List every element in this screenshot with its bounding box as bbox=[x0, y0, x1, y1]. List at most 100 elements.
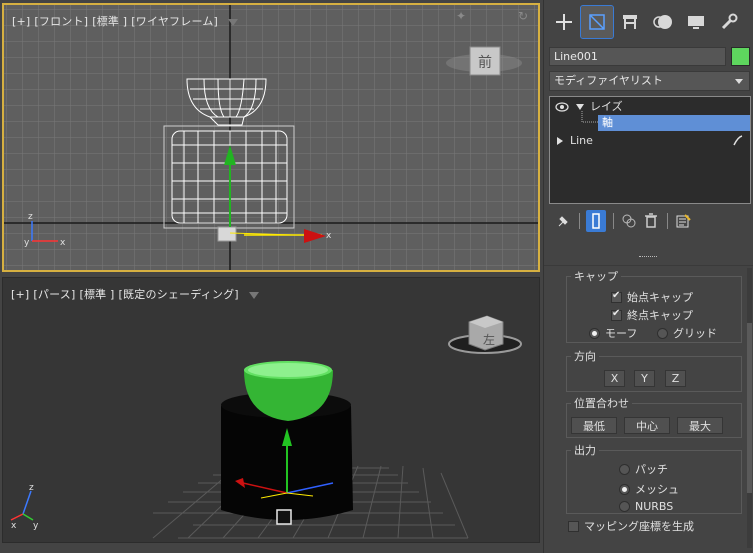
align-min-button[interactable]: 最低 bbox=[571, 417, 617, 434]
filter-icon[interactable] bbox=[248, 291, 259, 299]
remove-modifier-button[interactable] bbox=[641, 210, 661, 232]
configure-modifier-sets-button[interactable] bbox=[673, 210, 693, 232]
nurbs-label: NURBS bbox=[635, 500, 674, 513]
direction-x-button[interactable]: X bbox=[604, 370, 625, 387]
align-center-button[interactable]: 中心 bbox=[624, 417, 670, 434]
command-panel: Line001 モディファイヤリスト レイズ 軸 Line キャップ ✔ 始点キ… bbox=[543, 0, 753, 553]
modifier-stack-toolbar bbox=[549, 210, 749, 234]
perspective-scene: z x y 左 bbox=[10, 315, 522, 539]
chevron-down-icon bbox=[735, 79, 743, 84]
line-icon bbox=[733, 135, 743, 146]
patch-radio[interactable]: パッチ bbox=[619, 461, 668, 477]
cap-end-label: 終点キャップ bbox=[627, 309, 693, 322]
eye-icon bbox=[555, 102, 569, 112]
object-color-swatch[interactable] bbox=[731, 47, 750, 66]
hierarchy-icon bbox=[623, 15, 637, 29]
perspective-viewport[interactable]: z x y 左 [+] [パース] [標準 ] [既定のシェーディング] bbox=[2, 277, 540, 543]
front-label-view[interactable]: [フロント] bbox=[34, 15, 88, 28]
front-axis-x-label: x bbox=[60, 238, 66, 248]
display-tab[interactable] bbox=[680, 6, 712, 38]
modify-tab[interactable] bbox=[580, 5, 614, 39]
grid-label: グリッド bbox=[673, 327, 717, 340]
end-result-icon bbox=[592, 213, 600, 229]
grid-radio[interactable]: グリッド bbox=[657, 325, 717, 341]
make-unique-icon bbox=[622, 214, 636, 228]
utilities-tab[interactable] bbox=[713, 6, 745, 38]
filter-icon[interactable] bbox=[228, 18, 239, 26]
modifier-list-dropdown[interactable]: モディファイヤリスト bbox=[549, 71, 750, 91]
display-icon bbox=[688, 16, 704, 29]
command-panel-tabs bbox=[544, 5, 753, 44]
output-group-title: 出力 bbox=[571, 442, 599, 458]
direction-group-title: 方向 bbox=[571, 348, 599, 364]
front-axis-y-label: y bbox=[24, 238, 30, 248]
stack-item-axis[interactable]: 軸 bbox=[598, 115, 750, 131]
hierarchy-tab[interactable] bbox=[614, 6, 646, 38]
make-unique-button[interactable] bbox=[619, 210, 639, 232]
front-axis-z-label: z bbox=[28, 212, 33, 222]
front-grid: x z y x 前 ✦ ↻ bbox=[4, 5, 538, 270]
front-label-standard[interactable]: [標準 ] bbox=[92, 15, 127, 28]
pin-icon bbox=[558, 216, 568, 227]
expand-right-icon bbox=[557, 137, 563, 145]
generate-mapping-label: マッピング座標を生成 bbox=[584, 520, 694, 533]
svg-text:✦: ✦ bbox=[456, 9, 466, 23]
align-max-button[interactable]: 最大 bbox=[677, 417, 723, 434]
object-name-input[interactable]: Line001 bbox=[549, 47, 726, 66]
mesh-label: メッシュ bbox=[635, 483, 679, 496]
persp-label-standard[interactable]: [標準 ] bbox=[79, 288, 114, 301]
align-group-title: 位置合わせ bbox=[571, 395, 632, 411]
patch-label: パッチ bbox=[635, 463, 668, 476]
motion-tab[interactable] bbox=[647, 6, 679, 38]
front-label-plus[interactable]: [+] bbox=[12, 15, 30, 28]
stack-item-line[interactable]: Line bbox=[550, 133, 750, 149]
modifier-stack: レイズ 軸 Line bbox=[549, 96, 751, 204]
persp-label-plus[interactable]: [+] bbox=[11, 288, 29, 301]
wrench-icon bbox=[721, 13, 738, 30]
panel-resize-grip[interactable] bbox=[639, 256, 657, 260]
scrollbar-thumb[interactable] bbox=[747, 323, 752, 493]
svg-text:↻: ↻ bbox=[518, 9, 528, 23]
cap-start-checkbox[interactable]: 始点キャップ bbox=[611, 289, 693, 305]
persp-viewport-label[interactable]: [+] [パース] [標準 ] [既定のシェーディング] bbox=[11, 286, 263, 302]
nurbs-radio[interactable]: NURBS bbox=[619, 500, 673, 513]
persp-viewcube-label: 左 bbox=[483, 332, 495, 347]
morph-radio[interactable]: モーフ bbox=[589, 325, 637, 341]
mesh-radio[interactable]: メッシュ bbox=[619, 481, 679, 497]
capping-group-title: キャップ bbox=[571, 268, 621, 284]
create-tab[interactable] bbox=[548, 6, 580, 38]
show-end-result-button[interactable] bbox=[586, 210, 606, 232]
configure-icon bbox=[676, 214, 691, 228]
front-gizmo-x-label: x bbox=[326, 231, 332, 241]
persp-label-shading[interactable]: [既定のシェーディング] bbox=[119, 288, 239, 301]
persp-axis-y-label: y bbox=[33, 521, 39, 531]
output-group: 出力 パッチ メッシュ NURBS bbox=[566, 442, 742, 514]
expand-triangle-icon bbox=[576, 104, 584, 110]
persp-label-view[interactable]: [パース] bbox=[33, 288, 75, 301]
persp-axis-x-label: x bbox=[11, 521, 17, 531]
direction-z-button[interactable]: Z bbox=[665, 370, 686, 387]
motion-icon bbox=[653, 15, 672, 29]
persp-axis-z-label: z bbox=[29, 483, 34, 493]
tree-line bbox=[581, 111, 598, 123]
persp-viewcube[interactable]: 左 bbox=[448, 315, 522, 354]
pin-stack-button[interactable] bbox=[553, 210, 573, 232]
plus-icon bbox=[556, 14, 572, 30]
modify-icon bbox=[589, 14, 605, 30]
front-viewport[interactable]: x z y x 前 ✦ ↻ [+] [フロント] [標準 ] [ワイヤフレーム] bbox=[2, 3, 540, 272]
front-viewport-label[interactable]: [+] [フロント] [標準 ] [ワイヤフレーム] bbox=[12, 13, 242, 29]
front-viewcube-label: 前 bbox=[478, 54, 492, 71]
capping-group: キャップ 始点キャップ 終点キャップ モーフ グリッド bbox=[566, 268, 742, 343]
stack-item-line-label: Line bbox=[570, 134, 593, 147]
direction-group: 方向 X Y Z bbox=[566, 348, 742, 392]
morph-label: モーフ bbox=[605, 327, 638, 340]
trash-icon bbox=[645, 213, 657, 228]
stack-item-axis-label: 軸 bbox=[602, 116, 613, 129]
direction-y-button[interactable]: Y bbox=[634, 370, 655, 387]
generate-mapping-checkbox[interactable]: マッピング座標を生成 bbox=[568, 518, 694, 534]
front-label-shading[interactable]: [ワイヤフレーム] bbox=[131, 15, 218, 28]
cap-end-checkbox[interactable]: 終点キャップ bbox=[611, 307, 693, 323]
cap-start-label: 始点キャップ bbox=[627, 291, 693, 304]
panel-scrollbar[interactable] bbox=[747, 268, 752, 548]
align-group: 位置合わせ 最低 中心 最大 bbox=[566, 395, 742, 438]
